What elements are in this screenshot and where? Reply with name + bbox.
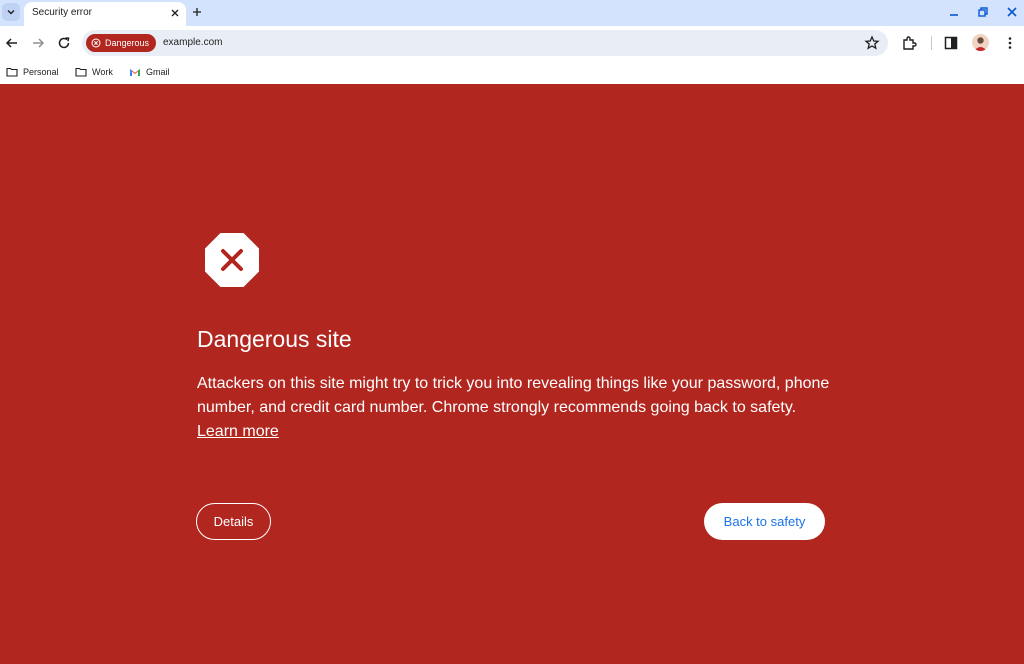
toolbar: Dangerous example.com [0, 26, 1024, 60]
back-arrow-icon[interactable] [4, 35, 20, 51]
tab-title: Security error [32, 7, 93, 18]
tab-strip: Security error [0, 0, 1024, 26]
bookmark-personal[interactable]: Personal [6, 64, 59, 80]
tab-search-button[interactable] [2, 3, 20, 21]
new-tab-plus-icon[interactable] [191, 6, 203, 18]
restore-icon[interactable] [976, 5, 990, 19]
bookmark-label: Personal [23, 67, 59, 77]
toolbar-separator [931, 36, 932, 50]
avatar-icon [974, 37, 987, 51]
bookmark-gmail[interactable]: Gmail [129, 64, 170, 80]
warning-description: Attackers on this site might try to tric… [197, 372, 837, 444]
danger-octagon-icon [205, 233, 259, 287]
close-window-icon[interactable] [1005, 5, 1019, 19]
interstitial-page: Dangerous site Attackers on this site mi… [0, 84, 1024, 664]
bookmark-label: Gmail [146, 67, 170, 77]
bookmark-star-icon[interactable] [864, 35, 880, 51]
gmail-icon [130, 69, 140, 76]
close-icon[interactable] [169, 7, 181, 19]
extensions-puzzle-icon[interactable] [901, 35, 917, 51]
warning-text: Attackers on this site might try to tric… [197, 375, 830, 416]
bookmark-work[interactable]: Work [75, 64, 113, 80]
danger-circle-icon [91, 38, 101, 48]
back-to-safety-button[interactable]: Back to safety [704, 503, 825, 540]
omnibox[interactable]: Dangerous example.com [82, 30, 888, 56]
folder-icon [75, 67, 87, 77]
page-title: Dangerous site [197, 326, 352, 352]
forward-arrow-icon[interactable] [30, 35, 46, 51]
learn-more-link[interactable]: Learn more [197, 423, 279, 440]
reload-icon[interactable] [56, 35, 72, 51]
folder-icon [6, 67, 18, 77]
url-text[interactable]: example.com [163, 37, 222, 48]
bookmark-label: Work [92, 67, 113, 77]
details-button[interactable]: Details [196, 503, 271, 540]
more-menu-icon[interactable] [1002, 35, 1018, 51]
side-panel-icon[interactable] [943, 35, 959, 51]
security-chip-label: Dangerous [105, 38, 150, 48]
bookmarks-bar: Personal Work Gmail [0, 60, 1024, 84]
profile-avatar[interactable] [972, 34, 989, 51]
chevron-down-icon [7, 10, 15, 15]
active-tab[interactable]: Security error [24, 2, 186, 26]
minimize-icon[interactable] [947, 5, 961, 19]
security-chip[interactable]: Dangerous [86, 34, 156, 52]
